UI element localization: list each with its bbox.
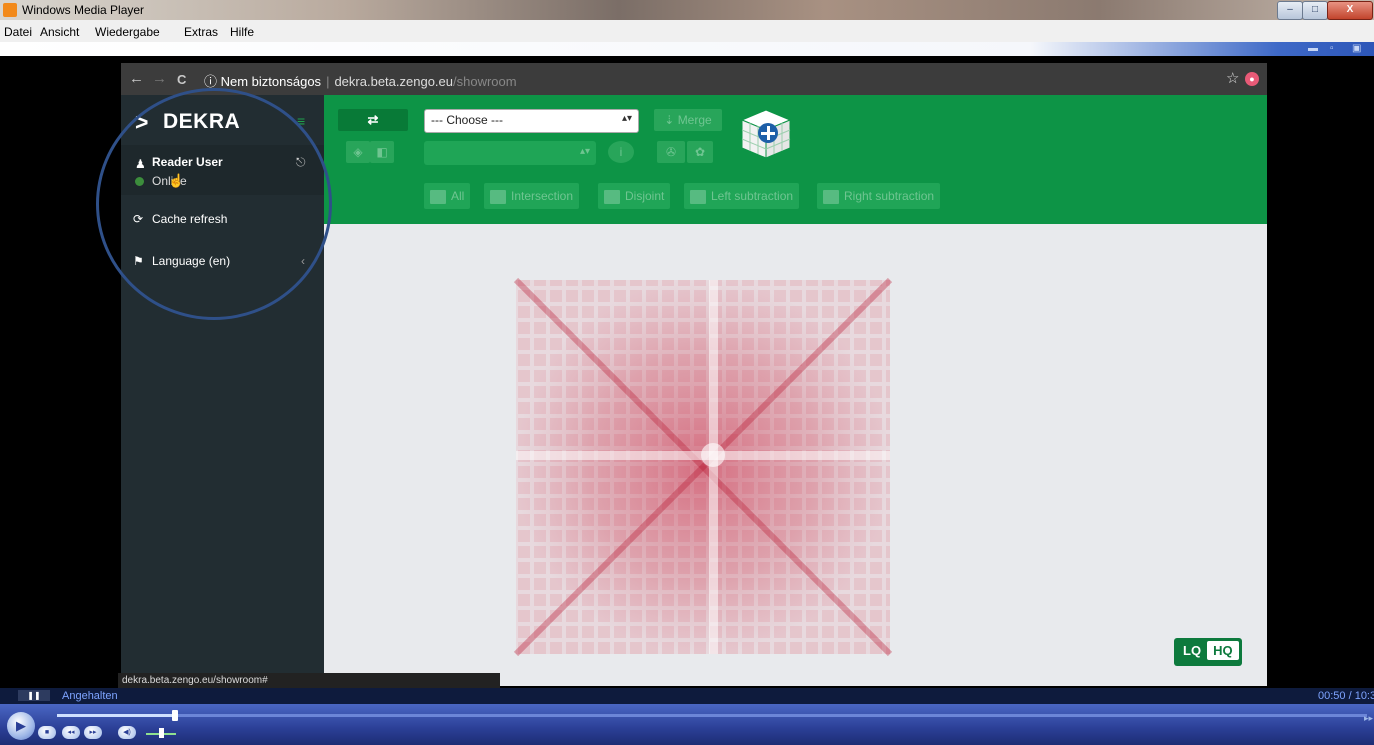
menu-datei[interactable]: Datei xyxy=(4,25,32,39)
switch-skin-icon[interactable]: ▬ xyxy=(1308,43,1318,54)
wmp-logo-icon xyxy=(3,3,17,17)
grid-icon xyxy=(430,189,446,204)
model-select[interactable]: --- Choose --- ▴▾ xyxy=(424,109,639,133)
op-all-button[interactable]: All xyxy=(424,183,471,209)
layers-button[interactable]: ◈ xyxy=(346,141,370,163)
hq-button[interactable]: HQ xyxy=(1207,641,1239,660)
minimize-button[interactable]: – xyxy=(1277,1,1303,20)
playback-state: Angehalten xyxy=(62,690,118,702)
merge-icon: ⇣ xyxy=(664,113,678,127)
op-label: All xyxy=(451,189,465,203)
browser-status-url: dekra.beta.zengo.eu/showroom# xyxy=(118,673,500,688)
voxel-render xyxy=(513,277,893,657)
annotation-circle xyxy=(96,88,332,320)
select-arrows-icon: ▴▾ xyxy=(621,113,632,124)
next-button[interactable]: ▸▸ xyxy=(84,726,102,739)
stop-button[interactable]: ■ xyxy=(38,726,56,739)
seek-thumb[interactable] xyxy=(172,710,178,721)
op-label: Intersection xyxy=(511,189,574,203)
security-label: ⓘ Nem biztonságos xyxy=(204,74,322,89)
bookmark-star-icon[interactable]: ☆ xyxy=(1226,69,1239,87)
url-host: dekra.beta.zengo.eu xyxy=(334,74,453,89)
lq-button[interactable]: LQ xyxy=(1177,641,1207,660)
compact-mode-icon[interactable]: ▫ xyxy=(1330,43,1334,54)
model-select-value: --- Choose --- xyxy=(431,113,504,127)
maximize-button[interactable]: □ xyxy=(1302,1,1328,20)
browser-toolbar: ← → C ⓘ Nem biztonságos | dekra.beta.zengo… xyxy=(121,63,1267,95)
forward-icon[interactable]: → xyxy=(152,70,167,87)
playback-time: 00:50 / 10:3 xyxy=(1318,690,1374,702)
close-button[interactable]: X xyxy=(1327,1,1373,20)
reload-icon[interactable]: C xyxy=(177,72,186,87)
op-label: Right subtraction xyxy=(844,189,935,203)
menu-ansicht[interactable]: Ansicht xyxy=(40,25,79,39)
window-title: Windows Media Player xyxy=(22,3,145,17)
no-paint-button[interactable]: ✇ xyxy=(657,141,685,163)
op-right-subtraction-button[interactable]: Right subtraction xyxy=(817,183,941,209)
op-left-subtraction-button[interactable]: Left subtraction xyxy=(684,183,800,209)
second-model-select[interactable]: ▴▾ xyxy=(424,141,596,165)
op-intersection-button[interactable]: Intersection xyxy=(484,183,580,209)
previous-button[interactable]: ◂◂ xyxy=(62,726,80,739)
select-arrows-icon: ▴▾ xyxy=(579,146,590,157)
seek-bar[interactable] xyxy=(57,714,1367,717)
pause-icon: ❚❚ xyxy=(18,690,50,701)
wmp-status-bar: ❚❚ Angehalten 00:50 / 10:3 xyxy=(0,688,1374,704)
back-icon[interactable]: ← xyxy=(129,70,144,87)
intersection-icon xyxy=(490,189,506,204)
wmp-controls: ▶ ■ ◂◂ ▸▸ ◀) ▸▸ xyxy=(0,704,1374,745)
disjoint-icon xyxy=(604,189,620,204)
wmp-titlebar: Windows Media Player – □ X xyxy=(0,0,1374,20)
menu-wiedergabe[interactable]: Wiedergabe xyxy=(95,25,160,39)
play-button[interactable]: ▶ xyxy=(7,712,35,740)
address-separator: | xyxy=(326,74,330,89)
fullscreen-icon[interactable]: ▣ xyxy=(1352,43,1361,54)
op-label: Disjoint xyxy=(625,189,665,203)
swap-button[interactable]: ⇄ xyxy=(338,109,408,131)
merge-button[interactable]: ⇣ Merge xyxy=(654,109,722,131)
right-subtraction-icon xyxy=(823,189,839,204)
op-disjoint-button[interactable]: Disjoint xyxy=(598,183,671,209)
wmp-menubar: Datei Ansicht Wiedergabe Extras Hilfe xyxy=(0,20,1374,42)
palette-button[interactable]: ✿ xyxy=(687,141,713,163)
mute-button[interactable]: ◀) xyxy=(118,726,136,739)
cube-view-button[interactable]: ◧ xyxy=(370,141,394,163)
volume-thumb[interactable] xyxy=(159,728,164,738)
quality-toggle[interactable]: LQ HQ xyxy=(1174,638,1242,666)
model-toolbar: ⇄ ◈ ◧ --- Choose --- ▴▾ ▴▾ i ⇣ Merge ✇ ✿ … xyxy=(324,95,1267,224)
address-bar[interactable]: ⓘ Nem biztonságos | dekra.beta.zengo.eu/sh… xyxy=(204,71,517,90)
expand-icon[interactable]: ▸▸ xyxy=(1364,713,1373,724)
left-subtraction-icon xyxy=(690,189,706,204)
3d-viewport[interactable]: LQ HQ xyxy=(324,224,1267,686)
extension-icon[interactable]: ● xyxy=(1245,72,1259,86)
op-label: Left subtraction xyxy=(711,189,794,203)
merge-label: Merge xyxy=(677,113,712,127)
menu-hilfe[interactable]: Hilfe xyxy=(230,25,254,39)
info-icon[interactable]: i xyxy=(608,141,634,163)
wmp-skin-strip: ▬ ▫ ▣ xyxy=(0,42,1374,56)
add-cube-icon[interactable] xyxy=(738,106,794,162)
seek-progress xyxy=(57,714,175,717)
url-path: /showroom xyxy=(453,74,517,89)
menu-extras[interactable]: Extras xyxy=(184,25,218,39)
